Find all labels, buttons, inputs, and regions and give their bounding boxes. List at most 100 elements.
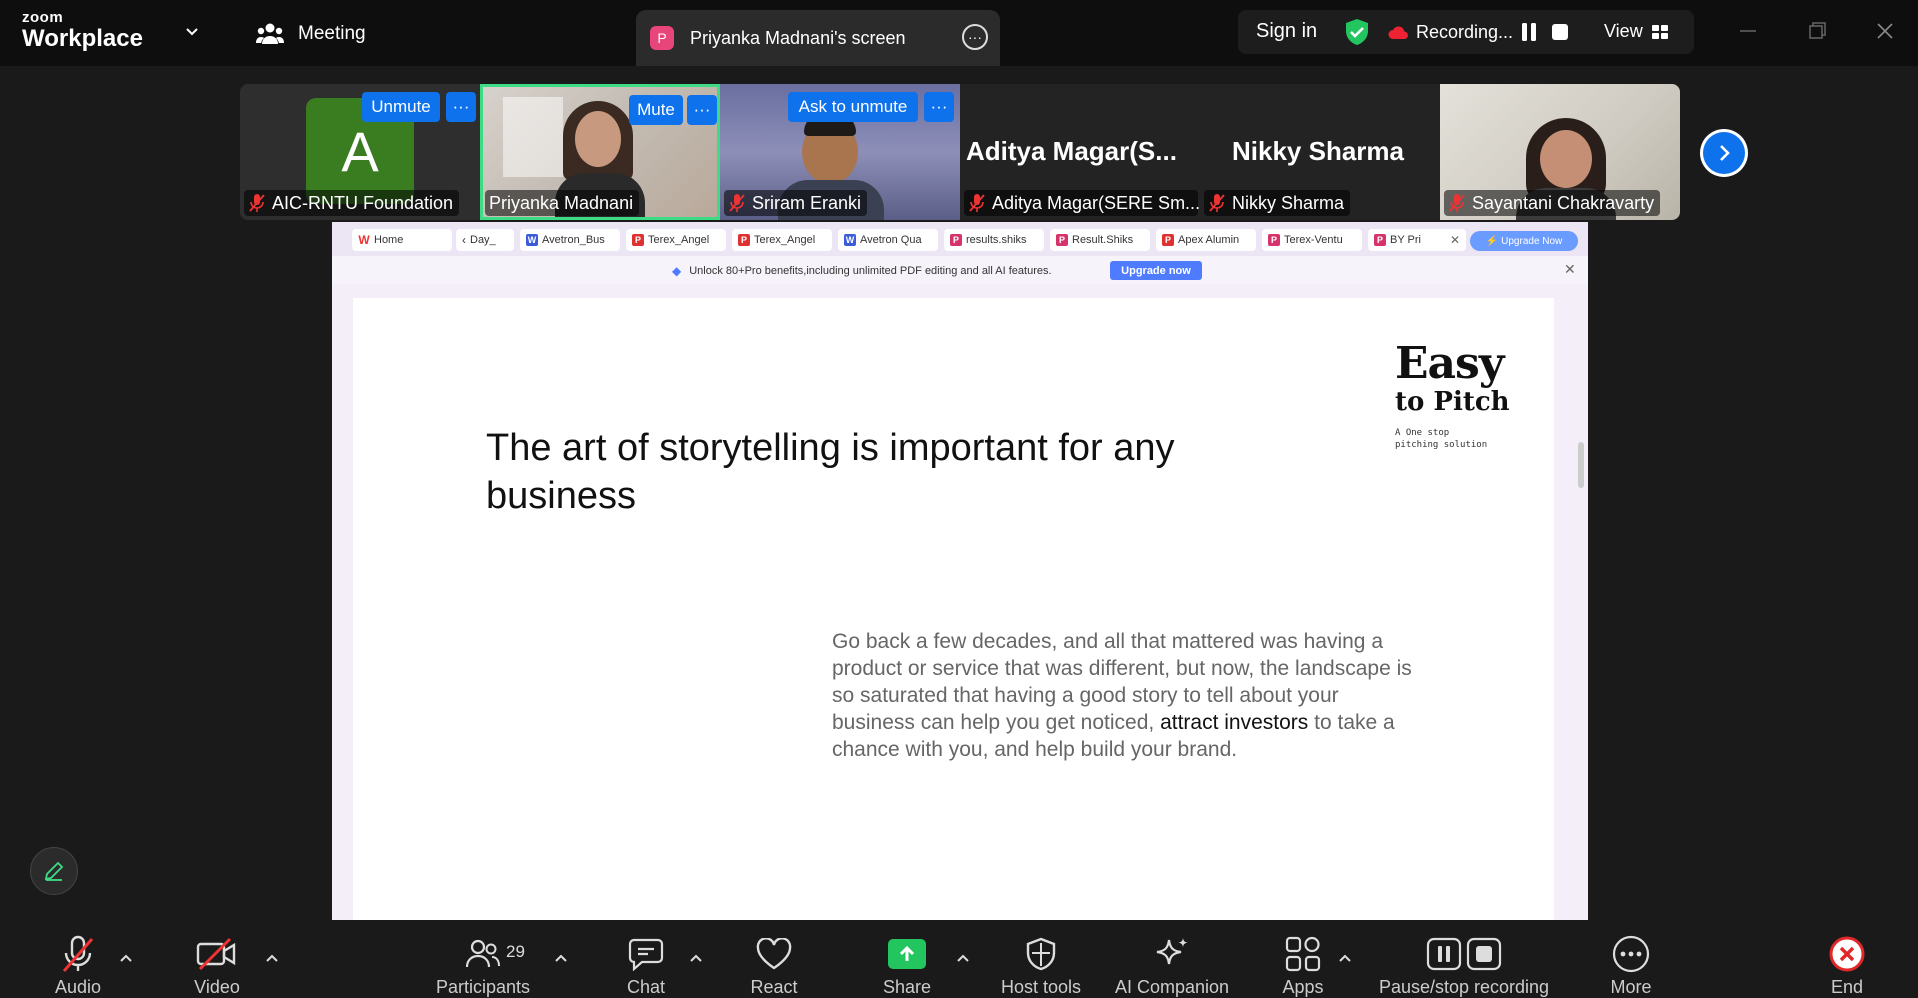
participant-tile[interactable]: Ask to unmute ··· Sriram Eranki — [720, 84, 960, 220]
tab-label: Home — [374, 234, 404, 246]
upgrade-pill-label: Upgrade Now — [1501, 235, 1563, 247]
screen-tab-label: Priyanka Madnani's screen — [690, 27, 906, 48]
shield-check-icon[interactable] — [1344, 18, 1370, 46]
browser-tab[interactable]: W Avetron Qua — [838, 229, 938, 251]
video-label: Video — [194, 977, 240, 997]
chevron-left-icon: ‹ — [462, 233, 466, 247]
browser-tab-active[interactable]: P BY Pri ✕ — [1368, 229, 1466, 251]
upgrade-now-button[interactable]: Upgrade now — [1110, 261, 1202, 280]
next-page-button[interactable] — [1700, 129, 1748, 177]
participant-tile-active[interactable]: Mute ··· Priyanka Madnani — [480, 84, 720, 220]
promo-text: Unlock 80+Pro benefits,including unlimit… — [689, 265, 1052, 277]
more-options-icon[interactable]: ··· — [962, 24, 988, 50]
shared-screen-tab[interactable]: P Priyanka Madnani's screen ··· — [636, 10, 1000, 66]
pdf-icon: P — [1162, 234, 1174, 246]
participant-strip: A Unmute ··· AIC-RNTU Foundation Mute ··… — [240, 84, 1680, 220]
participant-tile[interactable]: Nikky Sharma Nikky Sharma — [1200, 84, 1440, 220]
pdf-icon: P — [1374, 234, 1386, 246]
restore-icon[interactable] — [1806, 20, 1828, 42]
pdf-icon: P — [1268, 234, 1280, 246]
pdf-icon: P — [950, 234, 962, 246]
participant-name: Nikky Sharma — [1232, 192, 1345, 213]
participant-tile[interactable]: Sayantani Chakravarty — [1440, 84, 1680, 220]
pause-recording-icon[interactable] — [1520, 22, 1538, 42]
annotate-button[interactable] — [30, 847, 78, 895]
sign-in-link[interactable]: Sign in — [1256, 20, 1317, 43]
close-icon[interactable]: ✕ — [1450, 233, 1460, 247]
browser-tab[interactable]: P Result.Shiks — [1050, 229, 1150, 251]
pdf-icon: P — [738, 234, 750, 246]
more-label: More — [1610, 977, 1652, 997]
chevron-up-icon[interactable] — [553, 952, 569, 964]
browser-tab[interactable]: P Terex_Angel — [626, 229, 726, 251]
browser-tab[interactable]: ‹ Day_ — [456, 229, 514, 251]
chevron-down-icon[interactable] — [182, 22, 202, 42]
minimize-icon[interactable] — [1737, 20, 1759, 42]
tab-label: Terex_Angel — [648, 234, 710, 246]
video-button[interactable]: Video — [186, 920, 248, 998]
unmute-button[interactable]: Unmute — [362, 92, 440, 122]
browser-tab[interactable]: P Apex Alumin — [1156, 229, 1256, 251]
word-doc-icon: W — [526, 234, 538, 246]
mic-muted-icon — [729, 194, 745, 212]
mute-button[interactable]: Mute — [629, 95, 683, 125]
scrollbar[interactable] — [1578, 442, 1584, 488]
chevron-up-icon[interactable] — [1337, 952, 1353, 964]
participant-more-button[interactable]: ··· — [446, 92, 476, 122]
pause-stop-recording-button[interactable]: Pause/stop recording — [1374, 920, 1554, 998]
participant-name: Aditya Magar(SERE Sm... — [992, 192, 1200, 213]
participant-display-name: Aditya Magar(S... — [966, 136, 1177, 166]
end-call-icon — [1829, 936, 1865, 971]
recording-status: Recording... — [1416, 22, 1514, 42]
heart-icon — [756, 937, 792, 969]
meeting-menu[interactable]: Meeting — [256, 22, 366, 46]
close-banner-icon[interactable]: ✕ — [1564, 261, 1576, 278]
video-off-icon — [196, 937, 236, 970]
sparkle-icon — [1156, 937, 1188, 964]
participant-more-button[interactable]: ··· — [687, 95, 717, 125]
chevron-up-icon[interactable] — [264, 952, 280, 964]
chat-icon — [628, 938, 664, 971]
browser-tab[interactable]: W Home — [352, 229, 452, 251]
audio-label: Audio — [54, 977, 102, 997]
pencil-icon — [44, 861, 64, 881]
tab-label: Avetron Qua — [860, 234, 922, 246]
share-button[interactable]: Share — [880, 920, 934, 998]
participant-tile[interactable]: Aditya Magar(S... Aditya Magar(SERE Sm..… — [960, 84, 1200, 220]
more-button[interactable]: More — [1606, 920, 1656, 998]
participant-name-bar: AIC-RNTU Foundation — [244, 190, 460, 216]
stop-icon — [1466, 937, 1502, 970]
ai-companion-label: AI Companion — [1114, 977, 1230, 997]
participant-more-button[interactable]: ··· — [924, 92, 954, 122]
view-button[interactable]: View — [1604, 21, 1669, 42]
apps-button[interactable]: Apps — [1282, 920, 1324, 998]
stop-recording-icon[interactable] — [1550, 22, 1570, 42]
react-button[interactable]: React — [746, 920, 802, 998]
ask-to-unmute-button[interactable]: Ask to unmute — [788, 92, 918, 122]
title-bar: zoom Workplace Meeting P Priyanka Madnan… — [0, 0, 1918, 66]
shield-icon — [1026, 937, 1056, 970]
chevron-up-icon[interactable] — [688, 952, 704, 964]
browser-tab[interactable]: P Terex-Ventu — [1262, 229, 1362, 251]
chevron-up-icon[interactable] — [955, 952, 971, 964]
participants-icon — [466, 939, 500, 967]
end-meeting-button[interactable]: End — [1824, 920, 1870, 998]
upgrade-now-pill[interactable]: ⚡ Upgrade Now — [1470, 231, 1578, 251]
host-tools-label: Host tools — [1000, 977, 1082, 997]
browser-tab[interactable]: P Terex_Angel — [732, 229, 832, 251]
brand-tagline: A One stop pitching solution — [1395, 428, 1488, 450]
close-icon[interactable] — [1874, 20, 1896, 42]
browser-tab[interactable]: P results.shiks — [944, 229, 1044, 251]
shared-screen: W Home ‹ Day_ W Avetron_Bus P Terex_Ange… — [332, 222, 1588, 920]
people-icon — [256, 23, 284, 44]
participant-tile[interactable]: A Unmute ··· AIC-RNTU Foundation — [240, 84, 480, 220]
participant-name: Priyanka Madnani — [489, 192, 634, 213]
browser-tab[interactable]: W Avetron_Bus — [520, 229, 620, 251]
chat-button[interactable]: Chat — [620, 920, 672, 998]
participant-name-bar: Aditya Magar(SERE Sm... — [964, 190, 1200, 216]
ai-companion-button[interactable]: AI Companion — [1112, 920, 1232, 998]
audio-button[interactable]: Audio — [48, 920, 108, 998]
host-tools-button[interactable]: Host tools — [996, 920, 1086, 998]
chevron-up-icon[interactable] — [118, 952, 134, 964]
zoom-logo: zoom Workplace — [22, 10, 143, 51]
